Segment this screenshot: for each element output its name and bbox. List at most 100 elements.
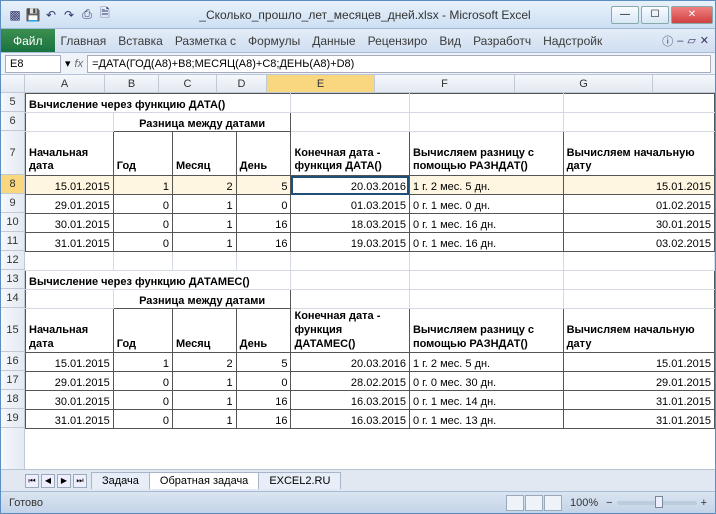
- tab-addins[interactable]: Надстройк: [537, 29, 608, 52]
- close-workbook-icon[interactable]: ✕: [700, 34, 709, 47]
- cell[interactable]: 0: [113, 233, 172, 252]
- cell[interactable]: 0 г. 1 мес. 16 дн.: [409, 233, 563, 252]
- cell[interactable]: 28.02.2015: [291, 372, 409, 391]
- hdr-g1[interactable]: Вычисляем начальную дату: [563, 132, 714, 176]
- hdr-a1[interactable]: Начальная дата: [26, 132, 114, 176]
- cell[interactable]: 2: [173, 353, 237, 372]
- row-header[interactable]: 15: [1, 308, 24, 352]
- cell[interactable]: 1: [173, 391, 237, 410]
- sheet-tab[interactable]: EXCEL2.RU: [258, 472, 341, 489]
- tab-data[interactable]: Данные: [306, 29, 361, 52]
- undo-icon[interactable]: ↶: [43, 7, 59, 23]
- cell[interactable]: 1: [173, 214, 237, 233]
- section1-title[interactable]: Вычисление через функцию ДАТА(): [26, 94, 291, 113]
- cell[interactable]: 16: [236, 410, 291, 429]
- cell[interactable]: 30.01.2015: [26, 214, 114, 233]
- close-button[interactable]: ✕: [671, 6, 713, 24]
- row-header[interactable]: 9: [1, 194, 24, 213]
- restore-workbook-icon[interactable]: ▱: [687, 34, 695, 47]
- row-header[interactable]: 14: [1, 289, 24, 308]
- cell[interactable]: 15.01.2015: [563, 353, 714, 372]
- zoom-slider-thumb[interactable]: [655, 496, 663, 508]
- cell[interactable]: 15.01.2015: [563, 176, 714, 195]
- zoom-out-button[interactable]: −: [606, 497, 612, 509]
- cell[interactable]: 1: [113, 176, 172, 195]
- tab-next-icon[interactable]: ▶: [57, 474, 71, 488]
- cell[interactable]: 1: [173, 372, 237, 391]
- row-header[interactable]: 5: [1, 93, 24, 112]
- row-header[interactable]: 11: [1, 232, 24, 251]
- cell[interactable]: 0: [113, 391, 172, 410]
- cell[interactable]: 0 г. 1 мес. 14 дн.: [409, 391, 563, 410]
- help-icon[interactable]: –: [677, 35, 683, 47]
- zoom-in-button[interactable]: +: [701, 497, 707, 509]
- cell[interactable]: 1 г. 2 мес. 5 дн.: [409, 353, 563, 372]
- cell[interactable]: 1: [173, 233, 237, 252]
- col-header-C[interactable]: C: [159, 75, 217, 92]
- cell[interactable]: 0: [236, 195, 291, 214]
- cell[interactable]: 0 г. 1 мес. 0 дн.: [409, 195, 563, 214]
- minimize-ribbon-icon[interactable]: ⓘ: [662, 33, 673, 49]
- col-header-B[interactable]: B: [105, 75, 159, 92]
- hdr-d1[interactable]: День: [236, 132, 291, 176]
- cell[interactable]: 0: [113, 372, 172, 391]
- cell[interactable]: 16.03.2015: [291, 410, 409, 429]
- cell[interactable]: 1: [173, 410, 237, 429]
- cell[interactable]: 1 г. 2 мес. 5 дн.: [409, 176, 563, 195]
- cell[interactable]: 5: [236, 353, 291, 372]
- cell[interactable]: 5: [236, 176, 291, 195]
- cell[interactable]: 31.01.2015: [563, 391, 714, 410]
- tab-review[interactable]: Рецензиро: [362, 29, 434, 52]
- redo-icon[interactable]: ↷: [61, 7, 77, 23]
- name-box[interactable]: [5, 55, 61, 73]
- cell[interactable]: 03.02.2015: [563, 233, 714, 252]
- preview-icon[interactable]: 🗎: [97, 7, 113, 23]
- cell[interactable]: 0 г. 1 мес. 13 дн.: [409, 410, 563, 429]
- hdr-b2[interactable]: Год: [113, 309, 172, 353]
- active-cell[interactable]: 20.03.2016: [291, 176, 409, 195]
- col-header-F[interactable]: F: [375, 75, 515, 92]
- row-header[interactable]: 10: [1, 213, 24, 232]
- fx-icon[interactable]: fx: [75, 58, 84, 70]
- tab-prev-icon[interactable]: ◀: [41, 474, 55, 488]
- cell[interactable]: 0 г. 1 мес. 16 дн.: [409, 214, 563, 233]
- tab-home[interactable]: Главная: [55, 29, 113, 52]
- diff-header-2[interactable]: Разница между датами: [113, 290, 291, 309]
- row-header[interactable]: 17: [1, 371, 24, 390]
- hdr-f2[interactable]: Вычисляем разницу с помощью РАЗНДАТ(): [409, 309, 563, 353]
- tab-insert[interactable]: Вставка: [112, 29, 169, 52]
- tab-layout[interactable]: Разметка с: [169, 29, 242, 52]
- maximize-button[interactable]: ☐: [641, 6, 669, 24]
- cell[interactable]: 16.03.2015: [291, 391, 409, 410]
- save-icon[interactable]: 💾: [25, 7, 41, 23]
- select-all-corner[interactable]: [1, 75, 25, 92]
- sheet-tab[interactable]: Задача: [91, 472, 150, 489]
- cell[interactable]: 30.01.2015: [563, 214, 714, 233]
- view-layout-icon[interactable]: [525, 495, 543, 511]
- hdr-b1[interactable]: Год: [113, 132, 172, 176]
- cell[interactable]: 0: [113, 410, 172, 429]
- cell[interactable]: 0: [113, 195, 172, 214]
- row-header[interactable]: 18: [1, 390, 24, 409]
- cell[interactable]: 29.01.2015: [563, 372, 714, 391]
- hdr-f1[interactable]: Вычисляем разницу с помощью РАЗНДАТ(): [409, 132, 563, 176]
- col-header-A[interactable]: A: [25, 75, 105, 92]
- cell[interactable]: 29.01.2015: [26, 372, 114, 391]
- hdr-d2[interactable]: День: [236, 309, 291, 353]
- tab-last-icon[interactable]: ⏭: [73, 474, 87, 488]
- cell[interactable]: 29.01.2015: [26, 195, 114, 214]
- row-header[interactable]: 19: [1, 409, 24, 428]
- cell[interactable]: 15.01.2015: [26, 176, 114, 195]
- cell[interactable]: 0: [113, 214, 172, 233]
- cell[interactable]: 30.01.2015: [26, 391, 114, 410]
- minimize-button[interactable]: —: [611, 6, 639, 24]
- formula-input[interactable]: [87, 55, 711, 73]
- hdr-e2[interactable]: Конечная дата - функция ДАТАМЕС(): [291, 309, 409, 353]
- hdr-a2[interactable]: Начальная дата: [26, 309, 114, 353]
- tab-view[interactable]: Вид: [433, 29, 467, 52]
- cell[interactable]: 16: [236, 391, 291, 410]
- print-icon[interactable]: ⎙: [79, 7, 95, 23]
- tab-first-icon[interactable]: ⏮: [25, 474, 39, 488]
- cell[interactable]: 15.01.2015: [26, 353, 114, 372]
- cell[interactable]: 0: [236, 372, 291, 391]
